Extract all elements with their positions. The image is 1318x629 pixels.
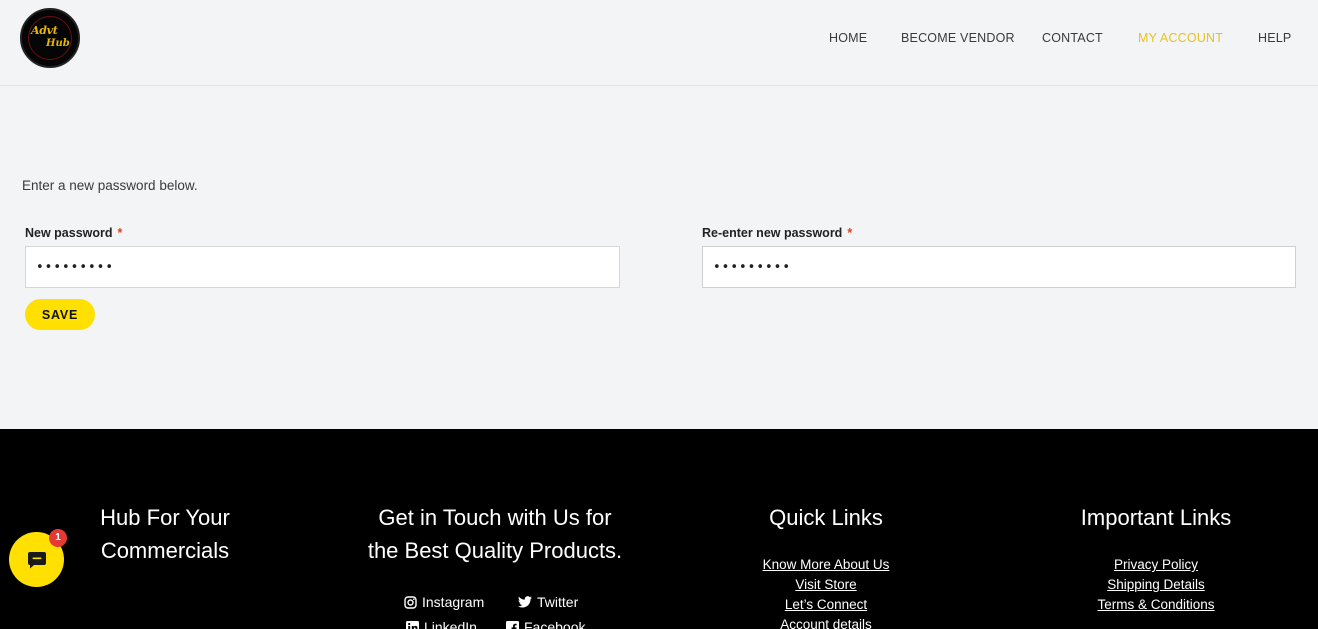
twitter-icon: [518, 596, 532, 608]
required-mark: *: [847, 226, 853, 240]
social-linkedin[interactable]: LinkedIn: [406, 619, 477, 629]
new-password-field[interactable]: [25, 246, 620, 288]
new-password-label: New password *: [25, 226, 122, 240]
confirm-password-label-text: Re-enter new password: [702, 226, 843, 240]
nav-my-account[interactable]: MY ACCOUNT: [1138, 31, 1223, 45]
required-mark: *: [117, 226, 123, 240]
footer-heading-quick-links: Quick Links: [769, 505, 883, 530]
linkedin-icon: [406, 620, 419, 629]
social-facebook-label: Facebook: [524, 619, 586, 629]
footer-heading-hub: Hub For Your Commercials: [70, 501, 260, 567]
footer-heading-hub-line1: Hub For Your: [100, 505, 230, 530]
logo-text-line1: Advt: [31, 24, 58, 37]
important-link-shipping[interactable]: Shipping Details: [1046, 575, 1266, 595]
important-links-list: Privacy Policy Shipping Details Terms & …: [1046, 555, 1266, 615]
footer-heading-important-links: Important Links: [1080, 505, 1232, 530]
quick-link-account-details[interactable]: Account details: [726, 615, 926, 629]
footer-heading-contact-line2: the Best Quality Products.: [367, 538, 623, 563]
reset-instructions: Enter a new password below.: [22, 178, 198, 193]
site-footer: Hub For Your Commercials Get in Touch wi…: [0, 429, 1318, 629]
social-linkedin-label: LinkedIn: [424, 619, 477, 629]
nav-home[interactable]: HOME: [829, 31, 867, 45]
footer-heading-contact-line1: Get in Touch with Us for: [378, 505, 612, 530]
nav-help[interactable]: HELP: [1258, 31, 1291, 45]
social-twitter-label: Twitter: [537, 594, 579, 610]
social-instagram-label: Instagram: [422, 594, 485, 610]
footer-heading-contact: Get in Touch with Us for the Best Qualit…: [330, 501, 660, 567]
important-link-terms[interactable]: Terms & Conditions: [1046, 595, 1266, 615]
confirm-password-label: Re-enter new password *: [702, 226, 852, 240]
site-header: Advt Hub HOME BECOME VENDOR CONTACT MY A…: [0, 0, 1318, 86]
quick-link-about[interactable]: Know More About Us: [726, 555, 926, 575]
logo-text-line2: Hub: [46, 38, 70, 49]
facebook-icon: [506, 620, 519, 629]
instagram-icon: [404, 595, 417, 609]
confirm-password-field[interactable]: [702, 246, 1296, 288]
social-twitter[interactable]: Twitter: [518, 594, 578, 610]
chat-notification-badge: 1: [49, 529, 67, 547]
nav-contact[interactable]: CONTACT: [1042, 31, 1103, 45]
site-logo[interactable]: Advt Hub: [20, 8, 80, 68]
nav-become-vendor[interactable]: BECOME VENDOR: [901, 31, 1015, 45]
footer-heading-hub-line2: Commercials: [100, 538, 230, 563]
quick-link-visit-store[interactable]: Visit Store: [726, 575, 926, 595]
quick-link-lets-connect[interactable]: Let’s Connect: [726, 595, 926, 615]
chat-bubble-icon: [27, 551, 46, 568]
quick-links-list: Know More About Us Visit Store Let’s Con…: [726, 555, 926, 629]
social-instagram[interactable]: Instagram: [404, 594, 484, 610]
social-facebook[interactable]: Facebook: [506, 619, 585, 629]
new-password-label-text: New password: [25, 226, 113, 240]
important-link-privacy[interactable]: Privacy Policy: [1046, 555, 1266, 575]
save-button[interactable]: SAVE: [25, 299, 95, 330]
